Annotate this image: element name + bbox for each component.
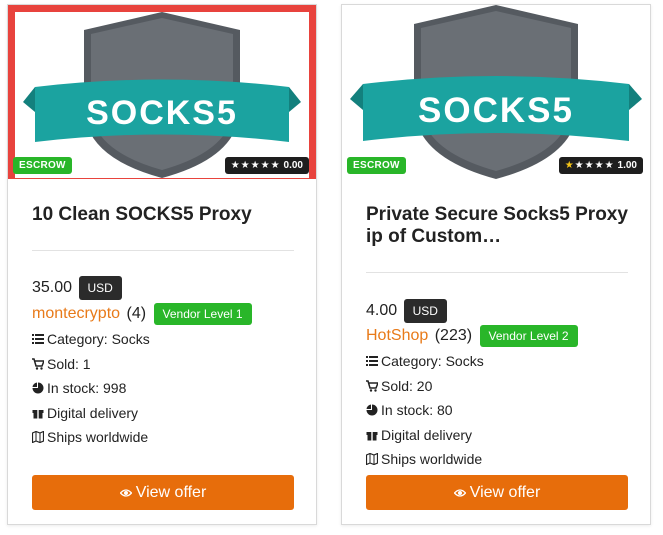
meta-category: Category: Socks: [32, 327, 150, 352]
meta-sold: Sold: 1: [32, 352, 150, 377]
meta-delivery: Digital delivery: [32, 401, 150, 426]
rating-badge: ★★★★★ 1.00: [558, 157, 643, 174]
logo-text: SOCKS5: [86, 94, 238, 132]
currency-badge: USD: [78, 276, 122, 300]
vendor-row: HotShop (223) Vendor Level 2: [366, 325, 578, 347]
vendor-link[interactable]: HotShop: [366, 327, 428, 344]
rating-score: 0.00: [283, 160, 303, 171]
pie-chart-icon: [32, 382, 44, 394]
escrow-badge: ESCROW: [347, 157, 406, 174]
product-meta-list: Category: Socks Sold: 20 In stock: 80 Di…: [366, 349, 484, 472]
product-thumbnail[interactable]: SOCKS5 ESCROW ★★★★★ 0.00: [8, 5, 316, 179]
product-title[interactable]: Private Secure Socks5 Proxy ip of Custom…: [366, 204, 628, 248]
product-card[interactable]: SOCKS5 ESCROW ★★★★★ 0.00 10 Clean SOCKS5 …: [7, 4, 317, 525]
meta-shipping: Ships worldwide: [366, 447, 484, 472]
socks5-logo-image: SOCKS5: [350, 5, 642, 179]
star-icon: ★: [594, 160, 604, 171]
price-row: 35.00 USD: [32, 276, 122, 300]
star-icon: ★: [230, 160, 240, 171]
view-offer-button[interactable]: View offer: [32, 475, 294, 510]
price-value: 35.00: [32, 279, 73, 297]
logo-text: SOCKS5: [418, 91, 574, 130]
divider: [366, 272, 628, 273]
escrow-badge: ESCROW: [13, 157, 72, 174]
list-icon: [366, 356, 378, 367]
product-meta-list: Category: Socks Sold: 1 In stock: 998 Di…: [32, 327, 150, 450]
star-icon: ★: [574, 160, 584, 171]
price-value: 4.00: [366, 302, 398, 320]
product-thumbnail[interactable]: SOCKS5 ESCROW ★★★★★ 1.00: [342, 5, 650, 179]
cart-icon: [366, 380, 378, 392]
star-icon: ★: [270, 160, 280, 171]
vendor-review-count: (223): [434, 327, 473, 345]
map-icon: [32, 431, 44, 444]
star-icon: ★: [584, 160, 594, 171]
meta-shipping: Ships worldwide: [32, 425, 150, 450]
star-icon: ★: [250, 160, 260, 171]
price-row: 4.00 USD: [366, 299, 447, 323]
currency-badge: USD: [403, 299, 447, 323]
product-title[interactable]: 10 Clean SOCKS5 Proxy: [32, 204, 294, 226]
meta-sold: Sold: 20: [366, 374, 484, 399]
gift-icon: [32, 409, 44, 419]
rating-score: 1.00: [617, 160, 637, 171]
eye-icon: [453, 488, 466, 497]
meta-category: Category: Socks: [366, 349, 484, 374]
eye-icon: [119, 488, 132, 497]
socks5-logo-image: SOCKS5: [23, 12, 301, 178]
vendor-review-count: (4): [126, 305, 147, 323]
star-icon: ★: [260, 160, 270, 171]
list-icon: [32, 334, 44, 345]
star-icon: ★: [604, 160, 614, 171]
vendor-row: montecrypto (4) Vendor Level 1: [32, 303, 252, 325]
divider: [32, 250, 294, 251]
meta-stock: In stock: 998: [32, 376, 150, 401]
rating-badge: ★★★★★ 0.00: [224, 157, 309, 174]
vendor-level-badge: Vendor Level 2: [479, 325, 578, 347]
vendor-level-badge: Vendor Level 1: [153, 303, 252, 325]
view-offer-button[interactable]: View offer: [366, 475, 628, 510]
vendor-link[interactable]: montecrypto: [32, 305, 120, 322]
cart-icon: [32, 358, 44, 370]
product-card[interactable]: SOCKS5 ESCROW ★★★★★ 1.00 Private Secure S…: [341, 4, 651, 525]
gift-icon: [366, 431, 378, 441]
star-icon: ★: [240, 160, 250, 171]
meta-stock: In stock: 80: [366, 398, 484, 423]
star-icon: ★: [564, 160, 574, 171]
pie-chart-icon: [366, 404, 378, 416]
map-icon: [366, 453, 378, 466]
meta-delivery: Digital delivery: [366, 423, 484, 448]
